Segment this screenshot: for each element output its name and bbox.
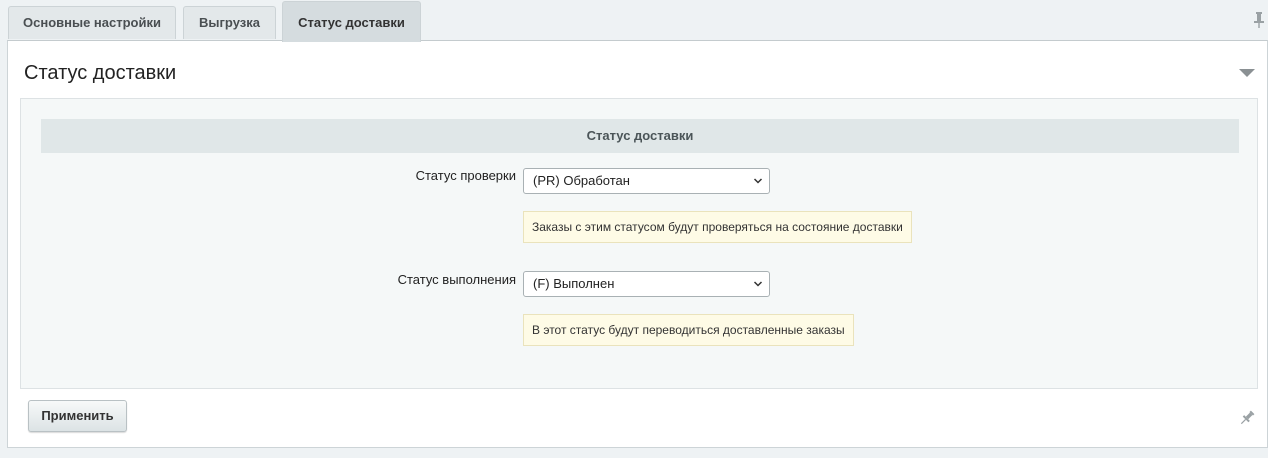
apply-button[interactable]: Применить [28, 400, 127, 432]
pin-icon[interactable] [1254, 12, 1264, 28]
complete-status-label: Статус выполнения [397, 272, 516, 287]
collapse-arrow-icon[interactable] [1239, 69, 1255, 77]
tab-export[interactable]: Выгрузка [183, 6, 276, 39]
chevron-down-icon [753, 281, 763, 287]
section-header: Статус доставки [41, 119, 1239, 153]
check-status-select[interactable]: (PR) Обработан [523, 168, 770, 194]
settings-panel: Статус доставки Статус доставки Статус п… [7, 40, 1268, 448]
panel-title: Статус доставки [24, 62, 177, 84]
complete-status-hint: В этот статус будут переводиться доставл… [523, 314, 854, 346]
check-status-hint: Заказы с этим статусом будут проверяться… [523, 211, 912, 243]
complete-status-value: (F) Выполнен [533, 276, 615, 291]
complete-status-select[interactable]: (F) Выполнен [523, 271, 770, 297]
settings-form: Статус доставки Статус проверки (PR) Обр… [20, 98, 1258, 389]
tab-bar: Основные настройки Выгрузка Статус доста… [0, 0, 1268, 42]
chevron-down-icon [753, 178, 763, 184]
tab-delivery-status[interactable]: Статус доставки [282, 1, 421, 42]
check-status-label: Статус проверки [415, 168, 516, 183]
check-status-value: (PR) Обработан [533, 173, 630, 188]
pin-icon[interactable] [1239, 410, 1255, 426]
tab-main-settings[interactable]: Основные настройки [8, 6, 176, 39]
